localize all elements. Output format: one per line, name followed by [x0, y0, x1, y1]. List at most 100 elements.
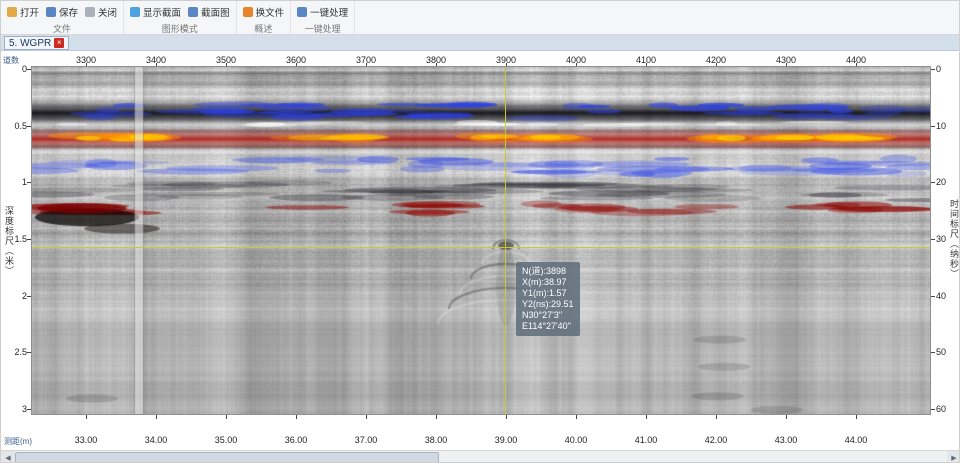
distance-tick-label: 41.00 — [635, 435, 658, 445]
open-folder-icon — [7, 7, 17, 17]
depth-tick-label: 0 — [1, 64, 27, 74]
radargram-canvas[interactable] — [31, 66, 931, 415]
ribbon-button-label: 截面图 — [201, 5, 230, 19]
trace-tick-mark — [366, 63, 367, 66]
depth-tick-label: 3 — [1, 404, 27, 414]
depth-tick-label: 0.5 — [1, 121, 27, 131]
trace-tick-mark — [786, 63, 787, 66]
trace-tick-mark — [856, 63, 857, 66]
time-tick-label: 0 — [936, 64, 941, 74]
document-tabbar: 5. WGPR × — [1, 35, 960, 51]
ribbon-group: 打开保存关闭文件 — [1, 1, 124, 34]
distance-tick-mark — [436, 415, 437, 419]
ribbon-button-row: 显示截面 截面图 — [130, 3, 230, 20]
tooltip-line: N(道):3898 — [522, 266, 574, 277]
ribbon-button-row: 打开保存关闭 — [7, 3, 117, 20]
ribbon-group-label: 概述 — [243, 21, 285, 34]
distance-tick-label: 39.00 — [495, 435, 518, 445]
distance-tick-label: 42.00 — [705, 435, 728, 445]
trace-tick-mark — [436, 63, 437, 66]
show-section-button[interactable]: 显示截面 — [130, 5, 181, 19]
trace-tick-mark — [156, 63, 157, 66]
tooltip-line: N30°27'3" — [522, 310, 574, 321]
depth-tick-label: 2 — [1, 291, 27, 301]
crosshair-vertical-line — [505, 67, 506, 414]
ribbon-group-label: 图形模式 — [130, 21, 230, 34]
distance-tick-label: 33.00 — [75, 435, 98, 445]
save-button[interactable]: 保存 — [46, 5, 78, 19]
distance-tick-label: 43.00 — [775, 435, 798, 445]
tooltip-line: Y2(ns):29.51 — [522, 299, 574, 310]
time-tick-mark — [931, 126, 935, 127]
depth-tick-mark — [27, 182, 31, 183]
distance-tick-label: 38.00 — [425, 435, 448, 445]
switch-file-button[interactable]: 换文件 — [243, 5, 285, 19]
process-icon — [297, 7, 307, 17]
time-tick-mark — [931, 296, 935, 297]
scrollbar-track[interactable] — [15, 451, 947, 463]
trace-tick-mark — [226, 63, 227, 66]
ribbon-toolbar: 打开保存关闭文件显示截面截面图图形模式换文件概述一键处理一键处理 — [1, 1, 960, 35]
ribbon-group: 换文件概述 — [237, 1, 292, 34]
depth-tick-label: 1.5 — [1, 234, 27, 244]
distance-tick-mark — [366, 415, 367, 419]
ribbon-group-label: 文件 — [7, 21, 117, 34]
time-tick-label: 30 — [936, 234, 946, 244]
tab-close-icon[interactable]: × — [54, 38, 64, 48]
close-button[interactable]: 关闭 — [85, 5, 117, 19]
ribbon-button-label: 一键处理 — [310, 5, 348, 19]
switch-file-icon — [243, 7, 253, 17]
distance-tick-mark — [576, 415, 577, 419]
crosshair-horizontal-line — [32, 247, 930, 248]
trace-tick-mark — [506, 63, 507, 66]
trace-tick-mark — [646, 63, 647, 66]
one-key-process-button[interactable]: 一键处理 — [297, 5, 348, 19]
distance-tick-mark — [226, 415, 227, 419]
scroll-left-arrow-icon[interactable]: ◀ — [1, 451, 15, 463]
trace-tick-mark — [576, 63, 577, 66]
time-tick-label: 20 — [936, 177, 946, 187]
trace-tick-mark — [716, 63, 717, 66]
depth-tick-mark — [27, 239, 31, 240]
horizontal-scrollbar[interactable]: ◀ ▶ — [1, 450, 960, 463]
distance-tick-label: 40.00 — [565, 435, 588, 445]
section-display-icon — [130, 7, 140, 17]
save-disk-icon — [46, 7, 56, 17]
scroll-right-arrow-icon[interactable]: ▶ — [947, 451, 960, 463]
time-tick-mark — [931, 69, 935, 70]
section-image-button[interactable]: 截面图 — [188, 5, 230, 19]
readout-tooltip: N(道):3898X(m):38.97Y1(m):1.57Y2(ns):29.5… — [516, 262, 580, 336]
distance-tick-label: 44.00 — [845, 435, 868, 445]
time-tick-label: 40 — [936, 291, 946, 301]
time-tick-label: 60 — [936, 404, 946, 414]
depth-tick-mark — [27, 409, 31, 410]
distance-tick-mark — [156, 415, 157, 419]
time-tick-mark — [931, 352, 935, 353]
time-axis-title: 时间标尺（纳秒） — [948, 199, 960, 279]
time-tick-mark — [931, 239, 935, 240]
ribbon-button-label: 显示截面 — [143, 5, 181, 19]
distance-tick-mark — [86, 415, 87, 419]
distance-tick-mark — [296, 415, 297, 419]
depth-tick-mark — [27, 296, 31, 297]
ribbon-button-label: 换文件 — [256, 5, 285, 19]
depth-tick-mark — [27, 126, 31, 127]
tooltip-line: E114°27'40" — [522, 321, 574, 332]
distance-tick-mark — [786, 415, 787, 419]
scrollbar-thumb[interactable] — [15, 452, 439, 463]
ribbon-group-label: 一键处理 — [297, 21, 348, 34]
tooltip-line: Y1(m):1.57 — [522, 288, 574, 299]
distance-tick-mark — [856, 415, 857, 419]
depth-tick-mark — [27, 69, 31, 70]
time-tick-mark — [931, 182, 935, 183]
open-button[interactable]: 打开 — [7, 5, 39, 19]
distance-tick-label: 35.00 — [215, 435, 238, 445]
distance-tick-mark — [506, 415, 507, 419]
time-tick-label: 10 — [936, 121, 946, 131]
ribbon-button-row: 换文件 — [243, 3, 285, 20]
distance-tick-label: 34.00 — [145, 435, 168, 445]
bottom-axis-unit-label: 测距(m) — [4, 436, 32, 447]
depth-tick-label: 2.5 — [1, 347, 27, 357]
time-tick-label: 50 — [936, 347, 946, 357]
tab-wgpr[interactable]: 5. WGPR × — [4, 36, 69, 50]
